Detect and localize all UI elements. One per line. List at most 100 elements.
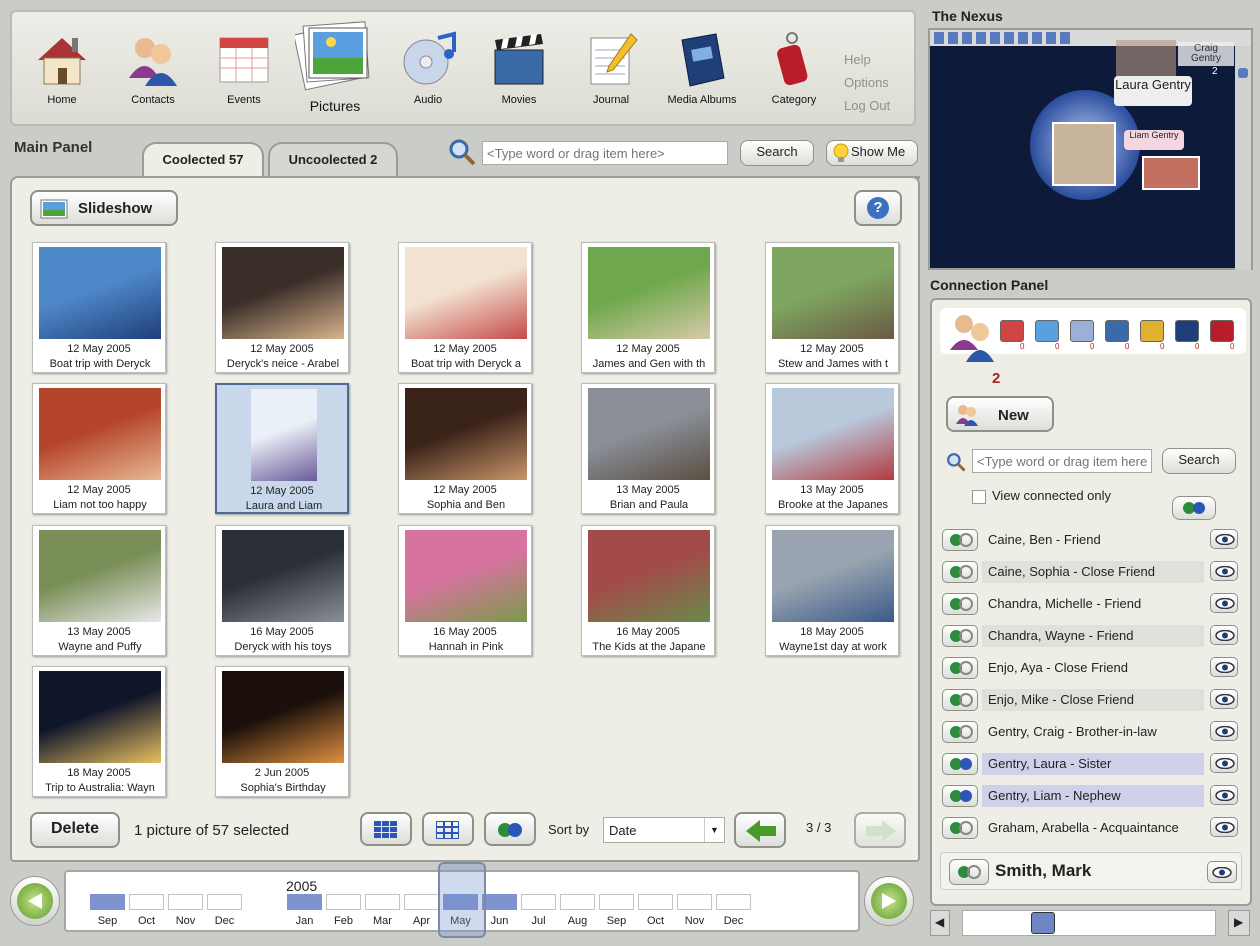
connection-link-button[interactable] (942, 721, 978, 743)
toolbar-media-albums[interactable]: Media Albums (662, 30, 742, 106)
connection-tab-tag[interactable]: 0 (1208, 316, 1238, 351)
timeline-month-bar[interactable] (599, 894, 634, 910)
show-me-button[interactable]: Show Me (826, 140, 918, 166)
connection-link-button[interactable] (942, 817, 978, 839)
view-connection-button[interactable] (1210, 817, 1238, 837)
connection-link-button[interactable] (942, 593, 978, 615)
delete-button[interactable]: Delete (30, 812, 120, 848)
nexus-view[interactable]: Laura Gentry Liam Gentry Craig Gentry 2 (928, 28, 1253, 270)
timeline-month-bar[interactable] (404, 894, 439, 910)
scroll-left-button[interactable]: ◀ (930, 910, 950, 936)
tab-collected[interactable]: Coolected 57 (142, 142, 264, 178)
next-page-button[interactable] (854, 812, 906, 848)
timeline-month-bar[interactable] (129, 894, 164, 910)
connection-link-button[interactable] (942, 657, 978, 679)
timeline-month-bar[interactable] (207, 894, 242, 910)
photo-thumbnail[interactable]: 18 May 2005 Trip to Australia: Wayn (32, 666, 166, 797)
toolbar-audio[interactable]: Audio (388, 30, 468, 106)
timeline-month-bar[interactable] (365, 894, 400, 910)
photo-thumbnail[interactable]: 12 May 2005 Boat trip with Deryck a (398, 242, 532, 373)
logout-link[interactable]: Log Out (844, 98, 890, 113)
prev-page-button[interactable] (734, 812, 786, 848)
photo-thumbnail[interactable]: 16 May 2005 Deryck with his toys (215, 525, 349, 656)
connection-row[interactable]: Graham, Arabella - Acquaintance (940, 817, 1240, 841)
toolbar-movies[interactable]: Movies (479, 30, 559, 106)
view-connection-button[interactable] (1210, 625, 1238, 645)
toolbar-journal[interactable]: Journal (571, 30, 651, 106)
link-all-button[interactable] (1172, 496, 1216, 520)
view-contact-button[interactable] (1207, 861, 1237, 883)
toolbar-pictures[interactable]: Pictures (290, 18, 380, 114)
toolbar-home[interactable]: Home (22, 30, 102, 106)
timeline-prev-button[interactable] (10, 876, 60, 926)
photo-thumbnail[interactable]: 12 May 2005 James and Gen with th (581, 242, 715, 373)
large-grid-view-button[interactable] (360, 812, 412, 846)
view-connection-button[interactable] (1210, 689, 1238, 709)
timeline-month-bar[interactable] (326, 894, 361, 910)
connection-link-button[interactable] (942, 753, 978, 775)
nexus-tool-icons[interactable] (934, 32, 1070, 44)
photo-thumbnail[interactable]: 12 May 2005 Deryck's neice - Arabel (215, 242, 349, 373)
connection-row[interactable]: Caine, Ben - Friend (940, 529, 1240, 553)
help-link[interactable]: Help (844, 52, 871, 67)
view-connection-button[interactable] (1210, 529, 1238, 549)
connection-row[interactable]: Gentry, Laura - Sister (940, 753, 1240, 777)
toolbar-contacts[interactable]: Contacts (113, 30, 193, 106)
view-connection-button[interactable] (1210, 721, 1238, 741)
nexus-photo-craig[interactable] (1116, 40, 1176, 78)
view-connected-checkbox[interactable] (972, 490, 986, 504)
view-connection-button[interactable] (1210, 657, 1238, 677)
connection-link-button[interactable] (942, 561, 978, 583)
view-connection-button[interactable] (1210, 561, 1238, 581)
timeline-month-bar[interactable] (716, 894, 751, 910)
connection-row[interactable]: Gentry, Craig - Brother-in-law (940, 721, 1240, 745)
connection-tab-notepad[interactable]: 0 (1138, 316, 1168, 351)
toolbar-events[interactable]: Events (204, 30, 284, 106)
timeline-month-bar[interactable] (168, 894, 203, 910)
contacts-tab-icon[interactable] (942, 310, 1002, 370)
connection-search-button[interactable]: Search (1162, 448, 1236, 474)
photo-thumbnail[interactable]: 13 May 2005 Brooke at the Japanes (765, 383, 899, 514)
main-search-button[interactable]: Search (740, 140, 814, 166)
timeline-month-bar[interactable] (90, 894, 125, 910)
connection-tab-clapperboard[interactable]: 0 (1103, 316, 1133, 351)
photo-thumbnail[interactable]: 2 Jun 2005 Sophia's Birthday (215, 666, 349, 797)
photo-thumbnail[interactable]: 12 May 2005 Boat trip with Deryck (32, 242, 166, 373)
connection-row[interactable]: Enjo, Aya - Close Friend (940, 657, 1240, 681)
connection-link-button[interactable] (942, 529, 978, 551)
view-connection-button[interactable] (1210, 593, 1238, 613)
connection-link-button[interactable] (942, 785, 978, 807)
connection-link-button[interactable] (942, 625, 978, 647)
nexus-zoom-handle[interactable] (1238, 68, 1248, 78)
timeline-selector[interactable] (438, 862, 486, 938)
options-link[interactable]: Options (844, 75, 889, 90)
toolbar-category[interactable]: Category (754, 30, 834, 106)
photo-thumbnail[interactable]: 16 May 2005 The Kids at the Japane (581, 525, 715, 656)
connection-row[interactable]: Chandra, Wayne - Friend (940, 625, 1240, 649)
connection-link-button[interactable] (942, 689, 978, 711)
photo-thumbnail[interactable]: 13 May 2005 Brian and Paula (581, 383, 715, 514)
horizontal-scrollbar[interactable] (962, 910, 1216, 936)
sort-select[interactable]: Date ▼ (603, 817, 725, 843)
photo-thumbnail[interactable]: 12 May 2005 Stew and James with t (765, 242, 899, 373)
timeline-month-bar[interactable] (287, 894, 322, 910)
view-connection-button[interactable] (1210, 753, 1238, 773)
tab-uncollected[interactable]: Uncoolected 2 (268, 142, 398, 176)
photo-thumbnail[interactable]: 12 May 2005 Laura and Liam (215, 383, 349, 514)
connection-row[interactable]: Enjo, Mike - Close Friend (940, 689, 1240, 713)
timeline-month-bar[interactable] (521, 894, 556, 910)
photo-thumbnail[interactable]: 12 May 2005 Sophia and Ben (398, 383, 532, 514)
nexus-center-photo[interactable] (1052, 122, 1116, 186)
link-view-button[interactable] (484, 812, 536, 846)
connection-tab-book[interactable]: 0 (1173, 316, 1203, 351)
timeline-month-bar[interactable] (560, 894, 595, 910)
photo-thumbnail[interactable]: 16 May 2005 Hannah in Pink (398, 525, 532, 656)
connection-tab-calendar[interactable]: 0 (998, 316, 1028, 351)
main-search-input[interactable] (482, 141, 728, 165)
timeline-next-button[interactable] (864, 876, 914, 926)
scroll-right-button[interactable]: ▶ (1228, 910, 1250, 936)
timeline-month-bar[interactable] (638, 894, 673, 910)
photo-thumbnail[interactable]: 12 May 2005 Liam not too happy (32, 383, 166, 514)
help-button[interactable]: ? (854, 190, 902, 226)
scrollbar-thumb[interactable] (1031, 912, 1055, 934)
